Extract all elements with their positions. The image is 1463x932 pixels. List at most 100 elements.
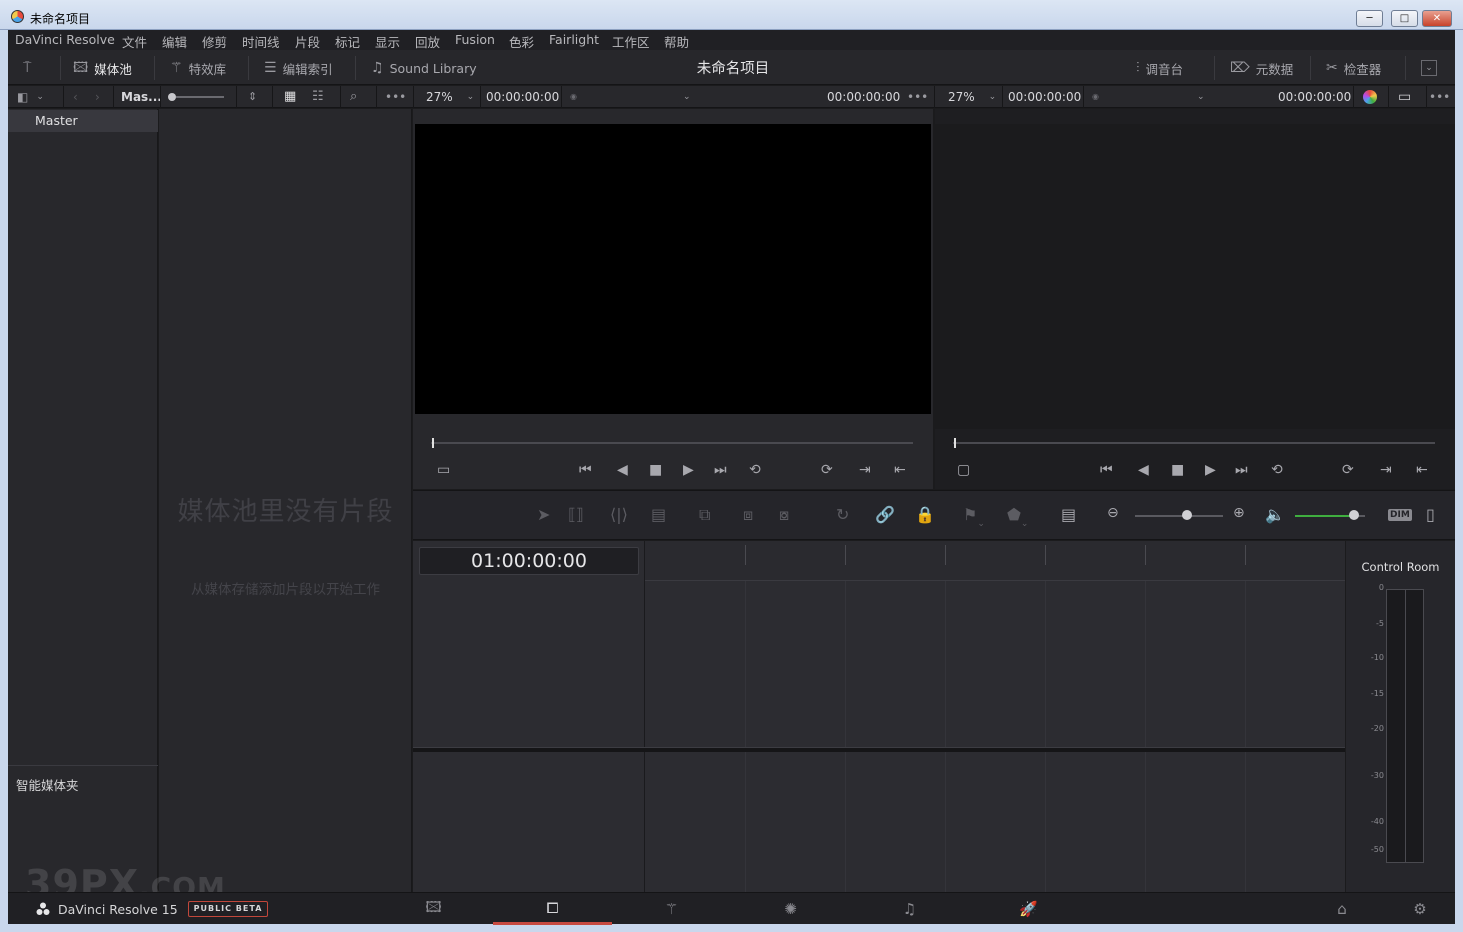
dim-button[interactable]: DIM [1388, 509, 1412, 521]
timeline-scrub-bar[interactable] [953, 442, 1435, 444]
marker-icon[interactable]: ⬟ ⌄ [1007, 505, 1028, 529]
menu-playback[interactable]: 回放 [415, 32, 440, 51]
page-tab-fusion[interactable]: ⚚ [612, 893, 731, 925]
menu-clip[interactable]: 片段 [295, 32, 320, 51]
stop-icon[interactable]: ■ [649, 462, 662, 478]
clip-view-mode-button[interactable]: ▭ ⌄ [437, 462, 458, 825]
page-tab-fairlight[interactable]: ♫ [850, 893, 969, 925]
thumbnail-view-button[interactable]: ▦ [284, 86, 296, 108]
page-tab-media[interactable]: 🖾 [374, 893, 493, 925]
menu-edit[interactable]: 编辑 [162, 32, 187, 51]
step-back-icon[interactable]: ◀ [617, 462, 628, 478]
project-settings-button[interactable]: ⚙ [1390, 893, 1450, 925]
menu-color[interactable]: 色彩 [509, 32, 534, 51]
zoom-in-icon[interactable]: ⊕ [1233, 505, 1245, 521]
match-frame-icon[interactable]: ⟳ [1342, 462, 1354, 478]
step-back-icon[interactable]: ◀ [1138, 462, 1149, 478]
media-pool-button[interactable]: 🖾 媒体池 [73, 58, 132, 78]
maximize-button[interactable]: □ [1391, 10, 1418, 27]
zoom-slider-knob[interactable] [1182, 510, 1192, 520]
page-tab-color[interactable]: ✺ [731, 893, 850, 925]
source-scrub-bar[interactable] [431, 442, 913, 444]
source-viewer-options-button[interactable]: ••• [907, 86, 928, 108]
mark-in-icon[interactable]: ⇥ [859, 462, 871, 478]
link-icon[interactable]: 🔗 [875, 505, 895, 524]
timeline-area[interactable]: 01:00:00:00 [413, 541, 1345, 892]
blade-edit-icon[interactable]: ⟨|⟩ [610, 505, 628, 524]
loop-icon[interactable]: ⟲ [749, 462, 761, 478]
menu-mark[interactable]: 标记 [335, 32, 360, 51]
page-tab-deliver[interactable]: 🚀 [969, 893, 1088, 925]
volume-slider-knob[interactable] [1349, 510, 1359, 520]
menu-davinci-resolve[interactable]: DaVinci Resolve [15, 32, 115, 47]
toggle-panel-button[interactable]: ⍑ [23, 58, 31, 78]
source-clip-dropdown[interactable]: ◉ ⌄ [570, 86, 691, 108]
menu-view[interactable]: 显示 [375, 32, 400, 51]
volume-slider-fill[interactable] [1295, 515, 1355, 517]
menu-timeline[interactable]: 时间线 [242, 32, 280, 51]
zoom-out-icon[interactable]: ⊖ [1107, 505, 1119, 521]
timeline-select-dropdown[interactable]: ◉ ⌄ [1092, 86, 1205, 108]
toolbar-expand-button[interactable]: ⌄ [1421, 58, 1437, 78]
nav-forward-button[interactable]: › [95, 86, 100, 108]
timeline-viewer-screen[interactable] [935, 124, 1455, 429]
menu-trim[interactable]: 修剪 [202, 32, 227, 51]
stop-icon[interactable]: ■ [1171, 462, 1184, 478]
page-tab-edit[interactable]: ⧠ [493, 893, 612, 925]
flag-icon[interactable]: ⚑ ⌄ [963, 505, 985, 529]
source-viewer-screen[interactable] [415, 124, 931, 414]
project-manager-button[interactable]: ⌂ [1312, 893, 1372, 925]
menu-fairlight[interactable]: Fairlight [549, 32, 599, 47]
viewer-mode-button[interactable]: ▭ [1398, 86, 1411, 108]
skip-to-start-icon[interactable]: ⏮ [579, 462, 592, 478]
timeline-playhead[interactable] [954, 438, 956, 448]
source-zoom-dropdown[interactable]: 27% ⌄ [426, 86, 474, 108]
bin-item-master[interactable]: Master [8, 110, 158, 132]
menu-help[interactable]: 帮助 [664, 32, 689, 51]
play-icon[interactable]: ▶ [683, 462, 694, 478]
thumbnail-size-slider[interactable] [168, 86, 228, 108]
trim-tool-icon[interactable]: ⟦⟧ [568, 505, 584, 524]
menu-fusion[interactable]: Fusion [455, 32, 495, 47]
metadata-button[interactable]: ⌦ 元数据 [1230, 58, 1293, 78]
timeline-ruler[interactable] [645, 541, 1345, 581]
timeline-viewer-options-button[interactable]: ••• [1429, 86, 1450, 108]
search-button[interactable]: ⌕ [350, 86, 357, 108]
selection-tool-icon[interactable]: ➤ [537, 505, 550, 524]
menu-file[interactable]: 文件 [122, 32, 147, 51]
bin-list-toggle[interactable]: ◧ ⌄ [17, 86, 44, 108]
color-wheel-button[interactable] [1363, 86, 1377, 108]
loop-icon[interactable]: ⟲ [1271, 462, 1283, 478]
transform-mode-button[interactable]: ▢ ⌄ [957, 462, 978, 825]
skip-to-end-icon[interactable]: ⏭ [1235, 462, 1248, 478]
timeline-zoom-dropdown[interactable]: 27% ⌄ [948, 86, 996, 108]
timeline-view-options-icon[interactable]: ▤ [1061, 505, 1076, 524]
inspector-button[interactable]: ✂ 检查器 [1326, 58, 1381, 78]
snapping-icon[interactable]: ↻ [836, 505, 849, 524]
minimize-button[interactable]: ─ [1356, 10, 1383, 27]
sort-button[interactable]: ⇕ [248, 86, 257, 108]
overwrite-clip-icon[interactable]: ⧈ [743, 505, 753, 525]
replace-clip-icon[interactable]: ⧇ [779, 505, 789, 525]
slider-knob[interactable] [168, 93, 176, 101]
skip-to-start-icon[interactable]: ⏮ [1100, 462, 1113, 478]
dynamic-trim-icon[interactable]: ▤ [651, 505, 666, 524]
skip-to-end-icon[interactable]: ⏭ [714, 462, 727, 478]
video-audio-divider[interactable] [413, 747, 1345, 752]
effects-library-button[interactable]: ⚚ 特效库 [170, 58, 226, 78]
media-pool-area[interactable]: 媒体池里没有片段 从媒体存储添加片段以开始工作 [159, 109, 412, 892]
menu-workspace[interactable]: 工作区 [612, 32, 650, 51]
meter-toggle-icon[interactable]: ▯ [1426, 505, 1435, 524]
source-playhead[interactable] [432, 438, 434, 448]
mark-out-icon[interactable]: ⇤ [1416, 462, 1428, 478]
mark-in-icon[interactable]: ⇥ [1380, 462, 1392, 478]
close-button[interactable]: ✕ [1422, 10, 1452, 27]
insert-clip-icon[interactable]: ⧉ [699, 505, 710, 525]
zoom-slider-track[interactable] [1135, 515, 1223, 517]
edit-index-button[interactable]: ☰ 编辑索引 [264, 58, 333, 78]
speaker-icon[interactable]: 🔈 [1265, 505, 1285, 524]
mixer-button[interactable]: ⫶ 调音台 [1136, 58, 1183, 78]
sound-library-button[interactable]: ♫ Sound Library [371, 58, 477, 78]
smart-bins-header[interactable]: 智能媒体夹 [16, 775, 79, 794]
mark-out-icon[interactable]: ⇤ [894, 462, 906, 478]
